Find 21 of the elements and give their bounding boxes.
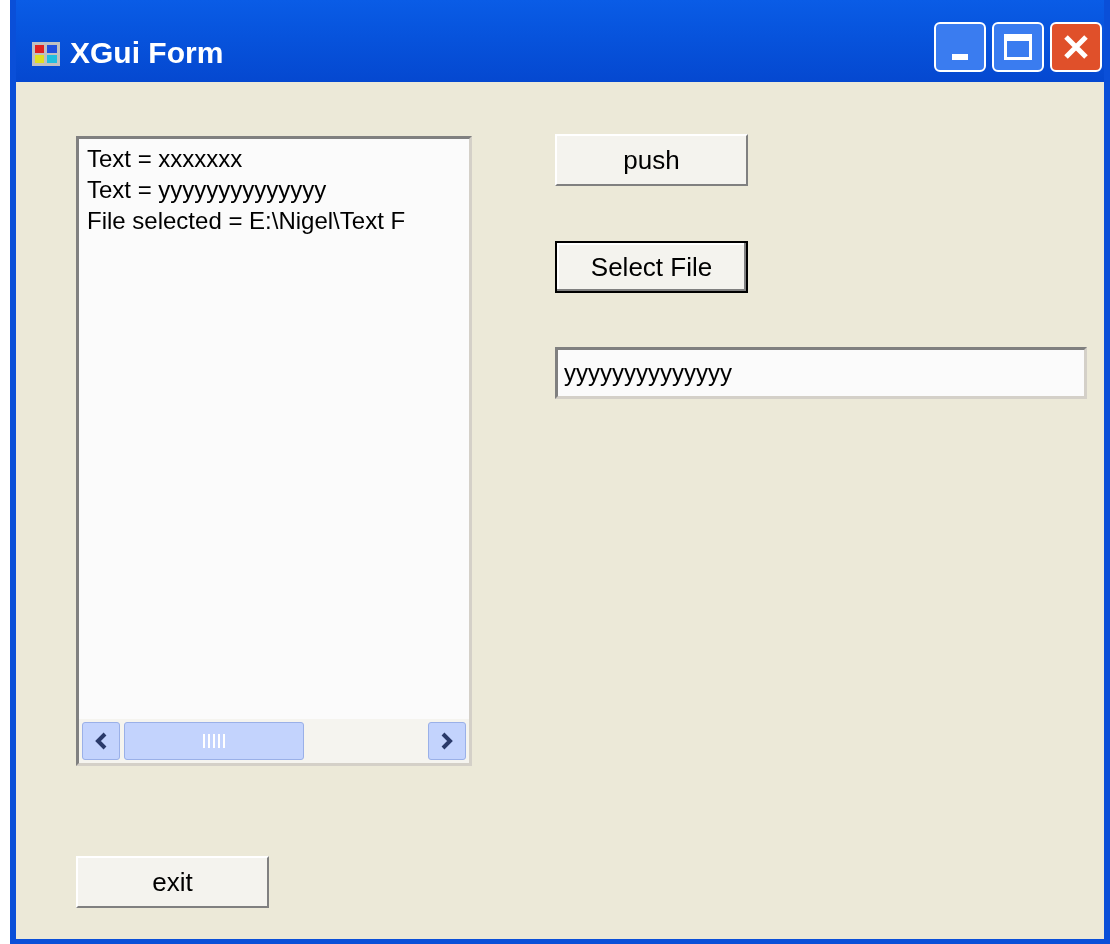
scroll-right-button[interactable] (428, 722, 466, 760)
push-button[interactable]: push (555, 134, 748, 186)
window-title: XGui Form (70, 38, 224, 68)
list-item[interactable]: Text = xxxxxxx (87, 143, 243, 174)
close-icon (1062, 33, 1090, 61)
minimize-button[interactable] (934, 22, 986, 72)
maximize-button[interactable] (992, 22, 1044, 72)
text-field[interactable]: yyyyyyyyyyyyyy (555, 347, 1087, 399)
close-button[interactable] (1050, 22, 1102, 72)
select-file-button[interactable]: Select File (555, 241, 748, 293)
scroll-thumb[interactable] (124, 722, 304, 760)
list-item[interactable]: File selected = E:\Nigel\Text F (87, 205, 406, 236)
maximize-icon (1004, 34, 1032, 60)
list-box[interactable]: Text = xxxxxxx Text = yyyyyyyyyyyyyy File selected = E:\Nigel\Text F (76, 136, 472, 766)
list-item[interactable]: Text = yyyyyyyyyyyyyy (87, 174, 327, 205)
horizontal-scrollbar[interactable] (79, 719, 469, 763)
minimize-icon (952, 54, 968, 60)
exit-button[interactable]: exit (76, 856, 269, 908)
grip-icon (203, 734, 225, 748)
scroll-left-button[interactable] (82, 722, 120, 760)
form-icon (32, 42, 60, 66)
